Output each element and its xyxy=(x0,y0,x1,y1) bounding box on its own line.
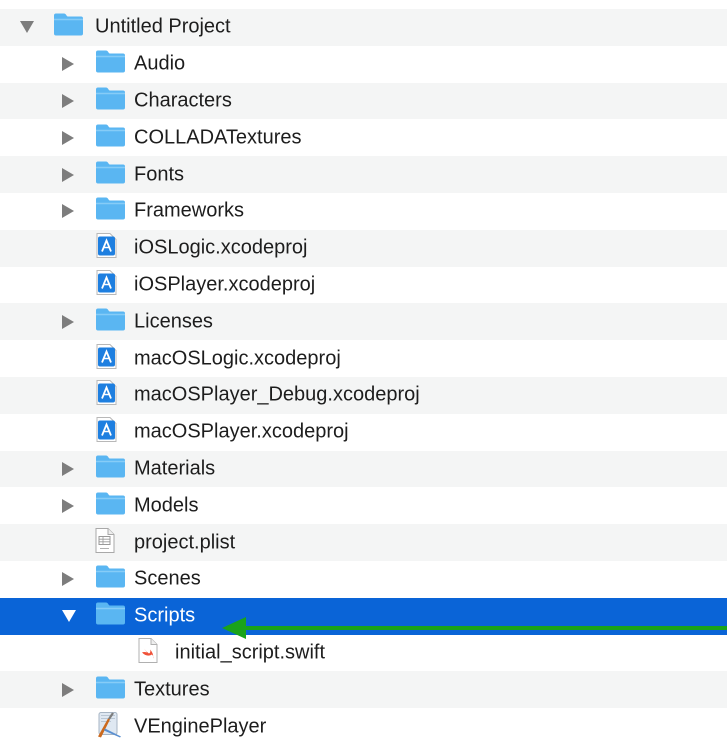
tree-row-models[interactable]: Models xyxy=(0,487,727,524)
tree-row-audio[interactable]: Audio xyxy=(0,46,727,83)
tree-item-label: iOSLogic.xcodeproj xyxy=(134,236,308,259)
tree-item-label: macOSLogic.xcodeproj xyxy=(134,347,341,370)
folder-icon xyxy=(95,50,126,79)
disclosure-triangle-closed-icon[interactable] xyxy=(62,461,74,476)
tree-item-label: Fonts xyxy=(134,163,185,186)
tree-item-label: Materials xyxy=(134,457,216,480)
tree-item-label: Frameworks xyxy=(134,199,245,222)
tree-row-fonts[interactable]: Fonts xyxy=(0,156,727,193)
folder-icon xyxy=(95,123,126,152)
disclosure-triangle-closed-icon[interactable] xyxy=(62,57,74,72)
tree-row-characters[interactable]: Characters xyxy=(0,82,727,120)
folder-icon xyxy=(95,565,126,594)
xcodeproj-icon xyxy=(95,233,117,264)
folder-icon xyxy=(95,197,126,226)
swift-file-icon xyxy=(138,637,158,668)
tree-item-label: iOSPlayer.xcodeproj xyxy=(134,273,316,296)
folder-icon xyxy=(95,86,126,115)
tree-item-label: VEnginePlayer xyxy=(134,715,267,738)
tree-row-scripts[interactable]: Scripts xyxy=(0,597,727,635)
tree-row-scenes[interactable]: Scenes xyxy=(0,561,727,598)
folder-icon xyxy=(95,602,126,631)
xcodeproj-icon xyxy=(95,343,117,374)
folder-icon xyxy=(95,675,126,704)
folder-icon xyxy=(95,491,126,520)
tree-item-label: Untitled Project xyxy=(95,15,231,38)
disclosure-triangle-closed-icon[interactable] xyxy=(62,314,74,329)
folder-icon xyxy=(53,13,84,42)
disclosure-triangle-closed-icon[interactable] xyxy=(62,93,74,108)
tree-item-label: Characters xyxy=(134,89,232,112)
tree-item-label: initial_script.swift xyxy=(175,641,326,664)
tree-item-label: Licenses xyxy=(134,310,213,333)
xcodeproj-icon xyxy=(95,269,117,300)
disclosure-triangle-closed-icon[interactable] xyxy=(62,130,74,145)
tree-row-initial-script-swift[interactable]: initial_script.swift xyxy=(0,635,727,672)
tree-row-iosplayer-xcodeproj[interactable]: iOSPlayer.xcodeproj xyxy=(0,267,727,304)
file-tree: Untitled Project Audio Characters COLLAD… xyxy=(0,9,727,745)
tree-row-vengineplayer[interactable]: VEnginePlayer xyxy=(0,708,727,745)
tree-row-licenses[interactable]: Licenses xyxy=(0,303,727,341)
disclosure-triangle-closed-icon[interactable] xyxy=(62,572,74,587)
tree-item-label: Audio xyxy=(134,52,186,75)
disclosure-triangle-open-icon[interactable] xyxy=(20,21,34,34)
plist-file-icon xyxy=(95,527,115,558)
disclosure-triangle-closed-icon[interactable] xyxy=(62,498,74,513)
tree-row-macosplayer-debug-xcodeproj[interactable]: macOSPlayer_Debug.xcodeproj xyxy=(0,376,727,414)
tree-row-materials[interactable]: Materials xyxy=(0,450,727,488)
tree-item-label: Textures xyxy=(134,678,210,701)
tree-item-label: Scripts xyxy=(134,604,196,627)
tree-row-colladatextures[interactable]: COLLADATextures xyxy=(0,119,727,156)
tree-item-label: COLLADATextures xyxy=(134,126,302,149)
disclosure-triangle-closed-icon[interactable] xyxy=(62,682,74,697)
tree-row-project-plist[interactable]: project.plist xyxy=(0,524,727,561)
tree-row-macoslogic-xcodeproj[interactable]: macOSLogic.xcodeproj xyxy=(0,340,727,377)
folder-icon xyxy=(95,454,126,483)
tree-item-label: macOSPlayer.xcodeproj xyxy=(134,420,349,443)
tree-item-label: Scenes xyxy=(134,567,201,590)
tree-item-label: macOSPlayer_Debug.xcodeproj xyxy=(134,383,420,406)
disclosure-triangle-open-icon[interactable] xyxy=(62,610,76,623)
disclosure-triangle-closed-icon[interactable] xyxy=(62,204,74,219)
folder-icon xyxy=(95,307,126,336)
tree-item-label: Models xyxy=(134,494,199,517)
tree-row-ioslogic-xcodeproj[interactable]: iOSLogic.xcodeproj xyxy=(0,229,727,267)
folder-icon xyxy=(95,160,126,189)
xcodeproj-icon xyxy=(95,380,117,411)
tree-row-untitled-project[interactable]: Untitled Project xyxy=(0,9,727,46)
disclosure-triangle-closed-icon[interactable] xyxy=(62,167,74,182)
tree-item-label: project.plist xyxy=(134,531,236,554)
tree-row-textures[interactable]: Textures xyxy=(0,671,727,709)
app-icon xyxy=(95,710,123,743)
xcodeproj-icon xyxy=(95,417,117,448)
tree-row-frameworks[interactable]: Frameworks xyxy=(0,193,727,230)
tree-row-macosplayer-xcodeproj[interactable]: macOSPlayer.xcodeproj xyxy=(0,414,727,451)
